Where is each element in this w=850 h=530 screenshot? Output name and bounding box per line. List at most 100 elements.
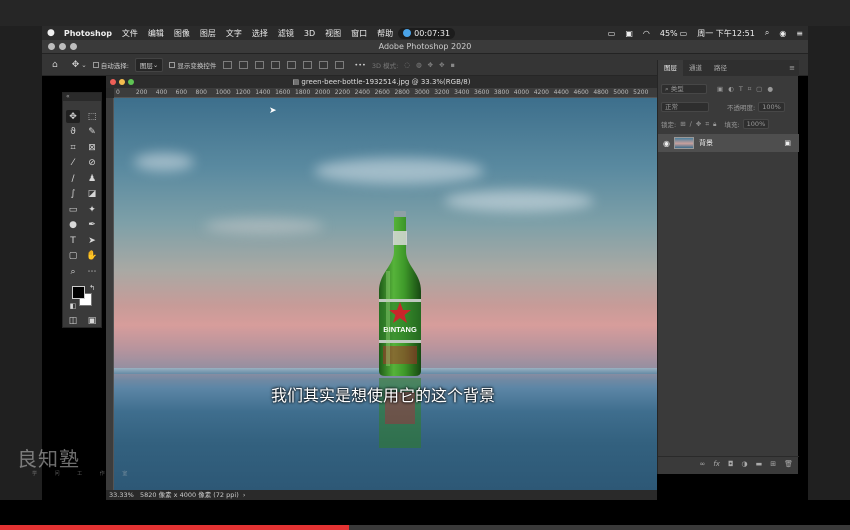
control-center-icon[interactable]: ≡ — [791, 29, 808, 38]
clock[interactable]: 周一 下午12:51 — [692, 28, 760, 39]
menu-type[interactable]: 文字 — [221, 28, 247, 39]
brush-tool-icon[interactable]: ∕ — [66, 172, 80, 185]
menu-window[interactable]: 窗口 — [346, 28, 372, 39]
eyedropper-tool-icon[interactable]: ⁄ — [66, 156, 80, 169]
hand-tool-icon[interactable]: ✋ — [85, 249, 99, 262]
window-close-button[interactable] — [48, 43, 55, 50]
dodge-tool-icon[interactable]: ● — [66, 218, 80, 231]
zoom-tool-icon[interactable]: ⌕ — [66, 265, 80, 278]
doc-close-button[interactable] — [110, 79, 116, 85]
battery-icon[interactable]: ▭ — [680, 29, 693, 38]
lock-transparent-icon[interactable]: ⊞ — [680, 120, 685, 128]
menu-help[interactable]: 帮助 — [372, 28, 398, 39]
new-layer-icon[interactable]: ⊞ — [770, 460, 776, 468]
swap-colors-icon[interactable]: ↰ — [85, 281, 99, 294]
auto-select-dropdown[interactable]: 图层 ⌄ — [134, 57, 164, 72]
document-size-info[interactable]: 5820 像素 x 4000 像素 (72 ppi) — [140, 491, 239, 499]
screen-mode-icon[interactable]: ▣ — [85, 314, 99, 327]
menu-select[interactable]: 选择 — [247, 28, 273, 39]
image-canvas[interactable]: BINTANG — [114, 98, 657, 490]
align-left-icon[interactable] — [223, 60, 233, 69]
wifi-icon[interactable]: ◠ — [638, 29, 655, 38]
menu-view[interactable]: 视图 — [320, 28, 346, 39]
filter-shape-icon[interactable]: ⌑ — [748, 85, 751, 93]
quick-mask-icon[interactable]: ◫ — [66, 314, 80, 327]
filter-pixel-icon[interactable]: ▣ — [717, 85, 723, 93]
siri-icon[interactable]: ◉ — [774, 29, 791, 38]
distribute-icon[interactable] — [319, 60, 329, 69]
menu-layer[interactable]: 图层 — [195, 28, 221, 39]
opacity-input[interactable]: 100% — [758, 102, 785, 112]
more-tools-icon[interactable]: ⋯ — [85, 265, 99, 278]
menu-app-name[interactable]: Photoshop — [60, 29, 117, 38]
show-transform-checkbox[interactable]: 显示变换控件 — [169, 60, 216, 70]
align-center-icon[interactable] — [239, 60, 249, 69]
window-zoom-button[interactable] — [70, 43, 77, 50]
airplay-icon[interactable]: ▭ — [603, 29, 621, 38]
pen-tool-icon[interactable]: ✒ — [85, 218, 99, 231]
history-brush-tool-icon[interactable]: ∫ — [66, 187, 80, 200]
eraser-tool-icon[interactable]: ◪ — [85, 187, 99, 200]
spotlight-search-icon[interactable]: ⌕ — [760, 28, 774, 38]
status-chevron-icon[interactable]: › — [241, 491, 246, 499]
3d-orbit-icon[interactable]: ◌ — [404, 61, 410, 69]
lock-all-icon[interactable]: 🔒︎ — [713, 120, 716, 129]
recording-indicator[interactable]: 00:07:31 — [398, 27, 456, 39]
menu-file[interactable]: 文件 — [117, 28, 143, 39]
new-group-icon[interactable]: ▬ — [756, 460, 763, 468]
3d-roll-icon[interactable]: ◍ — [416, 61, 422, 69]
tool-preset-chevron-icon[interactable]: ⌄ — [81, 61, 86, 69]
video-progress-bar[interactable] — [0, 525, 850, 530]
tab-layers[interactable]: 图层 — [658, 60, 683, 76]
3d-scale-icon[interactable]: ▪ — [451, 61, 455, 69]
lasso-tool-icon[interactable]: ϑ — [66, 125, 80, 138]
panel-menu-icon[interactable]: ≡ — [789, 64, 795, 72]
quick-select-tool-icon[interactable]: ✎ — [85, 125, 99, 138]
fx-icon[interactable]: fx — [713, 460, 720, 468]
more-options-icon[interactable]: ••• — [354, 61, 366, 69]
layer-name[interactable]: 背景 — [699, 138, 713, 148]
lock-artboard-icon[interactable]: ⌗ — [705, 120, 709, 129]
rectangle-tool-icon[interactable]: ▢ — [66, 249, 80, 262]
tab-channels[interactable]: 通道 — [683, 60, 708, 76]
doc-minimize-button[interactable] — [119, 79, 125, 85]
menu-3d[interactable]: 3D — [299, 29, 320, 38]
lock-pixels-icon[interactable]: ∕ — [690, 120, 692, 128]
stamp-tool-icon[interactable]: ♟ — [85, 172, 99, 185]
delete-layer-icon[interactable]: 🗑︎ — [784, 460, 793, 468]
link-layers-icon[interactable]: ∞ — [700, 460, 706, 468]
toolbox-collapse-icon[interactable]: « — [66, 93, 70, 100]
visibility-eye-icon[interactable]: ◉ — [663, 139, 670, 148]
3d-drag-icon[interactable]: ✥ — [428, 61, 433, 69]
filter-adjustment-icon[interactable]: ◐ — [728, 85, 734, 93]
crop-tool-icon[interactable]: ⌗ — [66, 141, 80, 154]
distribute-spacing-icon[interactable] — [335, 60, 345, 69]
ruler-horizontal[interactable]: 0 200 400 600 800 1000 1200 1400 1600 1800 2000 220… — [114, 88, 657, 98]
marquee-tool-icon[interactable]: ⬚ — [85, 110, 99, 123]
menu-edit[interactable]: 编辑 — [143, 28, 169, 39]
move-tool-icon[interactable]: ✥ — [72, 60, 80, 70]
default-colors-icon[interactable]: ◧ — [66, 299, 80, 312]
tab-paths[interactable]: 路径 — [708, 60, 733, 76]
align-top-icon[interactable] — [271, 60, 281, 69]
layer-kind-filter[interactable]: ⌕ 类型 — [661, 84, 707, 94]
filter-type-icon[interactable]: T — [739, 85, 743, 93]
input-method-icon[interactable]: ▣ — [620, 29, 638, 38]
doc-zoom-button[interactable] — [128, 79, 134, 85]
path-select-tool-icon[interactable]: ➤ — [85, 234, 99, 247]
frame-tool-icon[interactable]: ⊠ — [85, 141, 99, 154]
type-tool-icon[interactable]: T — [66, 234, 80, 247]
document-tab[interactable]: ▤ green-beer-bottle-1932514.jpg @ 33.3%(… — [106, 76, 657, 88]
toolbox-header[interactable]: « — [63, 93, 101, 101]
blend-mode-select[interactable]: 正常 — [661, 102, 709, 112]
align-middle-icon[interactable] — [287, 60, 297, 69]
gradient-tool-icon[interactable]: ▭ — [66, 203, 80, 216]
menu-filter[interactable]: 滤镜 — [273, 28, 299, 39]
auto-select-checkbox[interactable]: 自动选择: — [92, 60, 129, 70]
move-tool-icon[interactable]: ✥ — [66, 110, 80, 123]
home-icon[interactable]: ⌂ — [52, 60, 58, 70]
blur-tool-icon[interactable]: ✦ — [85, 203, 99, 216]
filter-smart-object-icon[interactable]: ▢ — [756, 85, 762, 93]
adjustment-layer-icon[interactable]: ◑ — [742, 460, 748, 468]
window-minimize-button[interactable] — [59, 43, 66, 50]
